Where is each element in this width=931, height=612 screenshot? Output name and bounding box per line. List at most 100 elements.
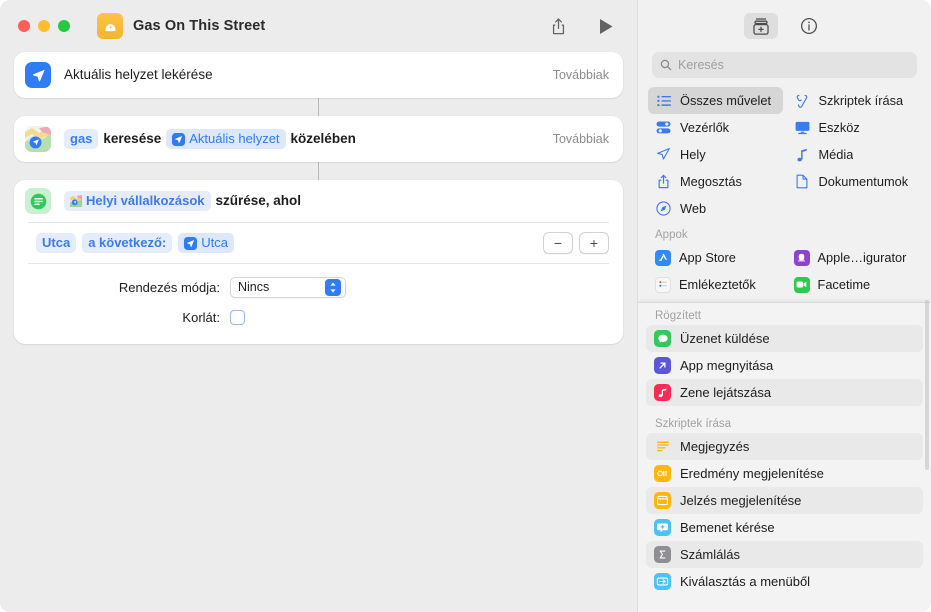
- pinned-section-title: Rögzített: [655, 310, 702, 322]
- search-field[interactable]: Keresés: [652, 52, 917, 78]
- app-label: App Store: [679, 250, 736, 265]
- info-icon[interactable]: [792, 13, 826, 39]
- token-text-keresese: keresése: [103, 131, 162, 146]
- action-more-button[interactable]: Továbbiak: [553, 68, 609, 82]
- apps-section-title: Appok: [655, 229, 688, 241]
- shortcut-glyph-icon: [97, 13, 123, 39]
- category-media[interactable]: Média: [787, 141, 922, 168]
- action-more-button[interactable]: Továbbiak: [553, 132, 609, 146]
- sort-order-row: Rendezés módja: Nincs: [14, 272, 623, 302]
- list-item-comment[interactable]: Megjegyzés: [646, 433, 923, 460]
- condition-field-select[interactable]: Utca: [36, 233, 77, 253]
- limit-checkbox[interactable]: [230, 309, 245, 325]
- search-placeholder: Keresés: [678, 58, 724, 72]
- action-title: Aktuális helyzet lekérése: [64, 67, 213, 82]
- comment-icon: [654, 438, 671, 455]
- scripting-section-title: Szkriptek írása: [655, 418, 732, 430]
- app-item-facetime[interactable]: Facetime: [787, 271, 922, 298]
- category-scripting[interactable]: Szkriptek írása: [787, 87, 922, 114]
- app-item-apple-configurator[interactable]: Apple…igurator: [787, 244, 922, 271]
- zoom-button[interactable]: [58, 20, 70, 32]
- search-container: Keresés: [638, 52, 931, 87]
- list-item-label: Zene lejátszása: [680, 385, 772, 400]
- close-button[interactable]: [18, 20, 30, 32]
- list-item-ask-for-input[interactable]: Bemenet kérése: [646, 514, 923, 541]
- list-item-open-app[interactable]: App megnyitása: [646, 352, 923, 379]
- safari-compass-icon: [655, 201, 672, 216]
- condition-value-label: Utca: [201, 235, 228, 250]
- display-icon: [794, 121, 811, 135]
- minimize-button[interactable]: [38, 20, 50, 32]
- app-item-app-store[interactable]: App Store: [648, 244, 783, 271]
- category-web[interactable]: Web: [648, 195, 783, 222]
- category-documents[interactable]: Dokumentumok: [787, 168, 922, 195]
- token-variable-label: Aktuális helyzet: [189, 131, 280, 146]
- list-item-label: Kiválasztás a menüből: [680, 574, 811, 589]
- sort-order-select[interactable]: Nincs: [230, 276, 346, 298]
- location-arrow-mini-icon: [184, 236, 198, 250]
- category-label: Összes művelet: [680, 93, 772, 108]
- filter-icon: [25, 188, 51, 214]
- remove-condition-button[interactable]: −: [543, 232, 573, 254]
- action-card-search-maps[interactable]: gas keresése Aktuális helyzet közelében …: [14, 116, 623, 162]
- category-label: Eszköz: [818, 120, 860, 135]
- app-label: Facetime: [817, 277, 871, 292]
- sort-order-value: Nincs: [238, 280, 270, 294]
- action-card-filter[interactable]: Helyi vállalkozások szűrése, ahol Utca a…: [14, 180, 623, 344]
- token-search-term[interactable]: gas: [64, 129, 99, 149]
- limit-label: Korlát:: [182, 309, 220, 325]
- token-local-businesses-label: Helyi vállalkozások: [86, 193, 205, 208]
- facetime-icon: [793, 276, 810, 293]
- category-sharing[interactable]: Megosztás: [648, 168, 783, 195]
- run-button[interactable]: [591, 12, 621, 40]
- add-condition-button[interactable]: +: [579, 232, 609, 254]
- category-label: Hely: [680, 147, 706, 162]
- list-item-label: Jelzés megjelenítése: [680, 493, 802, 508]
- list-item-choose-from-menu[interactable]: Kiválasztás a menüből: [646, 568, 923, 595]
- list-bullet-icon: [655, 95, 672, 107]
- token-text-kozeleben: közelében: [290, 131, 356, 146]
- location-arrow-mini-icon: [172, 132, 186, 146]
- category-all-actions[interactable]: Összes művelet: [648, 87, 783, 114]
- filter-subject-row: Helyi vállalkozások szűrése, ahol: [64, 191, 306, 211]
- script-icon: [794, 94, 811, 108]
- category-grid: Összes művelet Szkriptek írása Vezérlők …: [638, 87, 931, 222]
- alert-icon: [654, 492, 671, 509]
- category-label: Vezérlők: [680, 120, 730, 135]
- list-item-quick-look[interactable]: Eredmény megjelenítése: [646, 460, 923, 487]
- list-item-send-message[interactable]: Üzenet küldése: [646, 325, 923, 352]
- list-item-show-alert[interactable]: Jelzés megjelenítése: [646, 487, 923, 514]
- apple-configurator-icon: [793, 249, 810, 266]
- quicklook-icon: [654, 465, 671, 482]
- list-item-label: Számlálás: [680, 547, 740, 562]
- music-icon: [654, 384, 671, 401]
- ask-input-icon: [654, 519, 671, 536]
- share-button[interactable]: [543, 12, 573, 40]
- token-variable-current-location[interactable]: Aktuális helyzet: [166, 129, 286, 149]
- traffic-lights: [18, 20, 70, 32]
- action-library-icon[interactable]: [743, 13, 778, 39]
- condition-value-token[interactable]: Utca: [178, 233, 234, 253]
- list-item-count[interactable]: Számlálás: [646, 541, 923, 568]
- category-label: Szkriptek írása: [818, 93, 904, 108]
- action-card-current-location[interactable]: Aktuális helyzet lekérése Továbbiak: [14, 52, 623, 98]
- sort-order-label: Rendezés módja:: [118, 279, 220, 295]
- category-controls[interactable]: Vezérlők: [648, 114, 783, 141]
- category-device[interactable]: Eszköz: [787, 114, 922, 141]
- category-label: Média: [818, 147, 854, 162]
- shortcuts-window: Gas On This Street Aktuális helyzet leké…: [0, 0, 931, 612]
- list-item-play-music[interactable]: Zene lejátszása: [646, 379, 923, 406]
- count-icon: [654, 546, 671, 563]
- action-connector: [317, 98, 320, 116]
- editor-pane: Gas On This Street Aktuális helyzet leké…: [0, 0, 637, 612]
- app-item-reminders[interactable]: Emlékeztetők: [648, 271, 783, 298]
- filter-subject-suffix: szűrése, ahol: [215, 193, 302, 208]
- condition-operator-select[interactable]: a következő:: [82, 233, 173, 253]
- sidebar-scrollbar[interactable]: [925, 300, 929, 470]
- category-location[interactable]: Hely: [648, 141, 783, 168]
- token-local-businesses[interactable]: Helyi vállalkozások: [64, 191, 211, 211]
- controls-icon: [655, 121, 672, 134]
- app-store-icon: [655, 249, 671, 266]
- category-label: Megosztás: [680, 174, 742, 189]
- location-arrow-icon: [655, 147, 672, 162]
